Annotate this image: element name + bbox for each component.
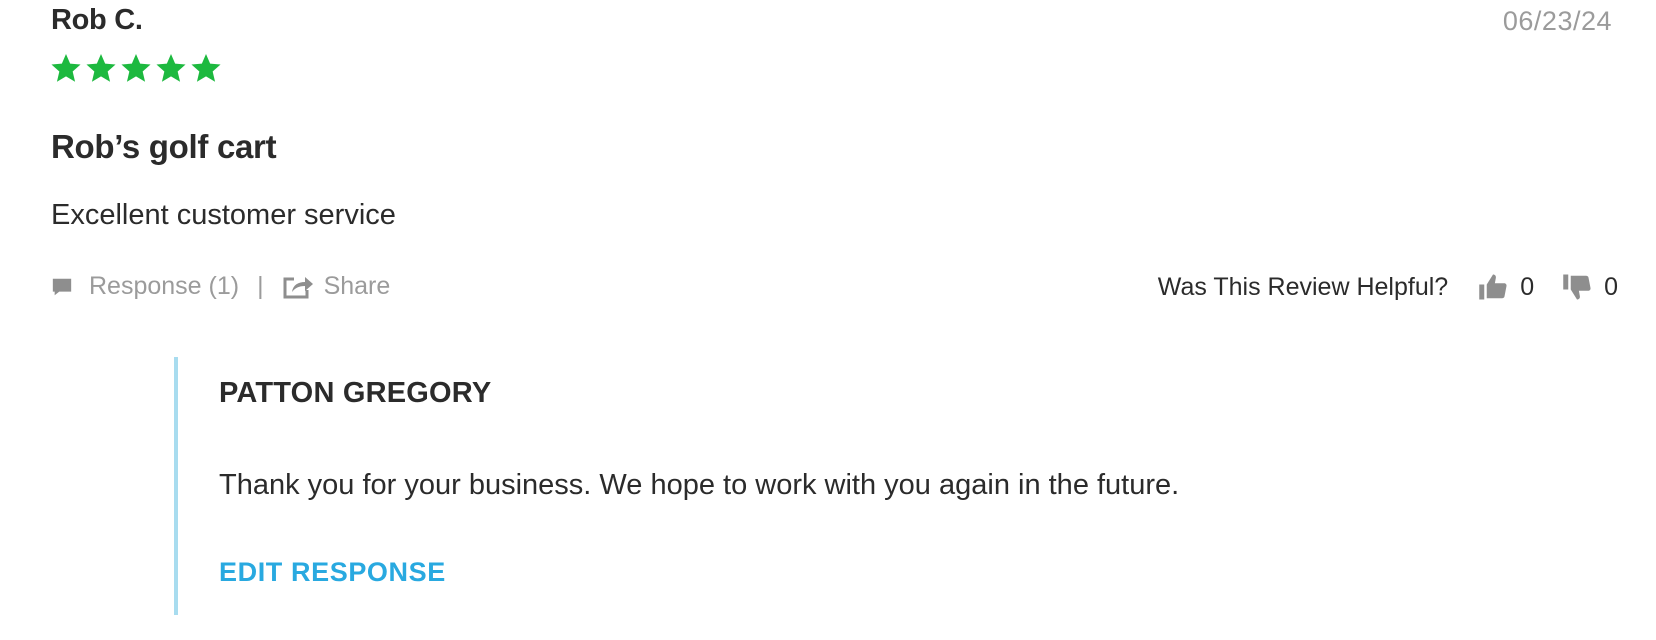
star-icon bbox=[156, 54, 186, 82]
star-rating bbox=[50, 52, 222, 84]
star-icon bbox=[121, 54, 151, 82]
star-icon bbox=[86, 54, 116, 82]
owner-response: PATTON GREGORY Thank you for your busine… bbox=[174, 357, 1578, 615]
response-text: Thank you for your business. We hope to … bbox=[219, 469, 1180, 501]
response-link[interactable]: Response (1) bbox=[89, 272, 239, 301]
review-date: 06/23/24 bbox=[1502, 6, 1612, 36]
edit-response-link[interactable]: EDIT RESPONSE bbox=[219, 557, 446, 588]
helpful-votes: Was This Review Helpful? 0 0 bbox=[1158, 272, 1618, 302]
comment-icon[interactable] bbox=[51, 276, 73, 298]
share-link[interactable]: Share bbox=[324, 272, 391, 301]
responder-name: PATTON GREGORY bbox=[219, 377, 492, 409]
review-body: Excellent customer service bbox=[51, 199, 396, 231]
thumbs-up-icon bbox=[1479, 274, 1507, 300]
star-icon bbox=[191, 54, 221, 82]
thumbs-down-icon bbox=[1563, 274, 1591, 300]
action-separator: | bbox=[257, 272, 264, 300]
thumbs-down-count: 0 bbox=[1604, 272, 1618, 301]
thumbs-down-button[interactable]: 0 bbox=[1562, 272, 1618, 302]
helpful-label: Was This Review Helpful? bbox=[1157, 272, 1449, 301]
thumbs-up-count: 0 bbox=[1520, 272, 1535, 301]
thumbs-up-button[interactable]: 0 bbox=[1478, 272, 1534, 302]
review-card: Rob C. 06/23/24 Rob’s golf cart Excellen… bbox=[0, 0, 1656, 640]
star-icon bbox=[51, 54, 81, 82]
review-title: Rob’s golf cart bbox=[51, 128, 277, 165]
review-actions: Response (1) | Share bbox=[51, 272, 390, 301]
share-icon[interactable] bbox=[282, 274, 314, 300]
reviewer-name: Rob C. bbox=[51, 4, 143, 36]
